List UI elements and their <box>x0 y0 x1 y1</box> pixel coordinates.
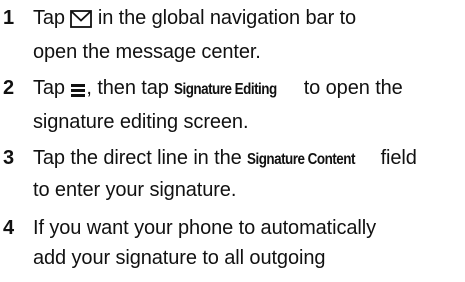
ui-term-signature-content: Signature Content <box>247 151 356 168</box>
step-text: Tap the direct line in the Signature Con… <box>33 143 461 205</box>
step-line: to enter your signature. <box>33 179 237 201</box>
step-text-segment: Tap <box>33 7 71 29</box>
step-number: 1 <box>3 7 15 29</box>
step-number: 2 <box>3 77 15 99</box>
step-text-segment: to open the <box>298 77 403 99</box>
step-text: If you want your phone to automatically … <box>33 213 461 273</box>
step-line: add your signature to all outgoing <box>33 247 326 269</box>
step-line: signature editing screen. <box>33 111 249 133</box>
step-text-segment: field <box>375 147 417 169</box>
menu-icon <box>70 77 86 107</box>
step-line: Tap , then tap Signature Editing to open… <box>33 73 461 107</box>
step-text: Tap in the global navigation bar to open… <box>33 3 461 67</box>
step-line: Tap in the global navigation bar to <box>33 3 461 37</box>
step-text: Tap , then tap Signature Editing to open… <box>33 73 461 137</box>
step-number: 4 <box>3 217 15 239</box>
envelope-icon <box>70 7 93 37</box>
ui-term-signature-editing: Signature Editing <box>174 81 277 98</box>
step-text-segment: , then tap <box>86 77 175 99</box>
ui-term-wrap: Signature Content <box>247 143 375 175</box>
step-line: Tap the direct line in the Signature Con… <box>33 143 461 175</box>
step-line: If you want your phone to automatically <box>33 217 376 239</box>
ui-term-wrap: Signature Editing <box>174 73 298 105</box>
step-number: 3 <box>3 147 15 169</box>
step-line: open the message center. <box>33 41 261 63</box>
step-text-segment: Tap <box>33 77 71 99</box>
step-text-segment: in the global navigation bar to <box>92 7 357 29</box>
step-text-segment: Tap the direct line in the <box>33 147 248 169</box>
